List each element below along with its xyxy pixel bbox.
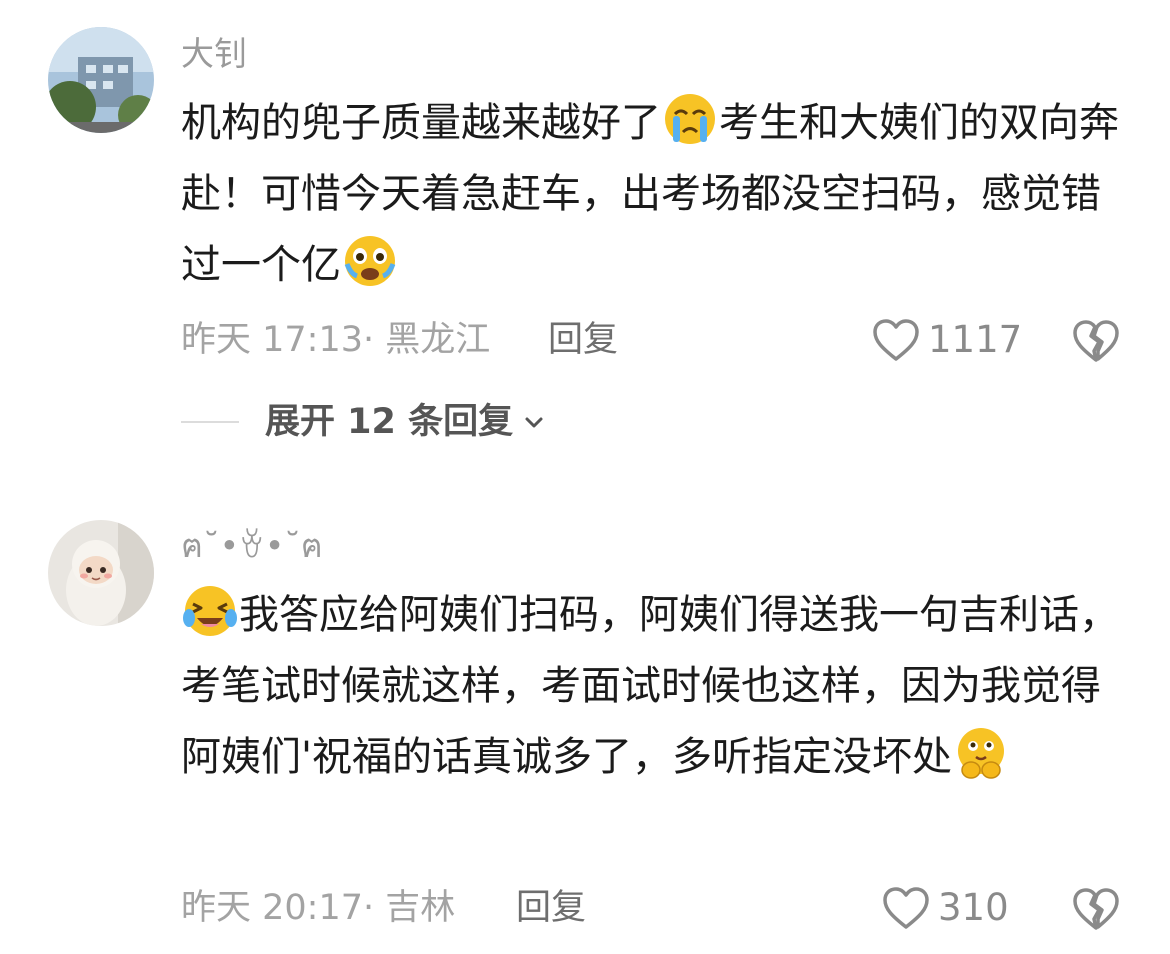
comment-location: 吉林 bbox=[385, 888, 456, 928]
broken-heart-icon bbox=[1073, 320, 1119, 362]
username[interactable]: ฅ˘•ꈊ•˘ฅ bbox=[181, 526, 323, 566]
crying-face-emoji-icon bbox=[663, 92, 717, 146]
heart-icon bbox=[873, 319, 919, 361]
comment-location: 黑龙江 bbox=[385, 320, 491, 360]
like-count: 310 bbox=[938, 886, 1009, 929]
reply-button[interactable]: 回复 bbox=[548, 320, 618, 360]
avatar[interactable] bbox=[48, 27, 154, 133]
like-button[interactable]: 310 bbox=[882, 886, 1009, 930]
comment-meta: 昨天 17:13· 黑龙江 bbox=[181, 320, 491, 360]
comment-text: 我答应给阿姨们扫码，阿姨们得送我一句吉利话，考笔试时候就这样，考面试时候也这样，… bbox=[181, 580, 1131, 793]
reply-button[interactable]: 回复 bbox=[516, 888, 586, 928]
like-count: 1117 bbox=[928, 318, 1023, 361]
comment-text: 机构的兜子质量越来越好了 考生和大姨们的双向奔赴！可惜今天着急赶车，出考场都没空扫… bbox=[181, 88, 1131, 301]
dislike-button[interactable] bbox=[1072, 318, 1120, 364]
comment-item: 大钊 机构的兜子质量越来越好了 考生和大姨们的双向奔赴！可惜今天着急赶车，出考场都… bbox=[0, 0, 1170, 470]
chevron-down-icon bbox=[525, 417, 543, 428]
expand-replies-button[interactable]: 展开 12 条回复 bbox=[181, 402, 545, 442]
avatar[interactable] bbox=[48, 520, 154, 626]
like-button[interactable]: 1117 bbox=[872, 318, 1022, 362]
heart-icon bbox=[883, 887, 929, 929]
comment-time: 昨天 17:13 bbox=[181, 320, 363, 360]
comment-time: 昨天 20:17 bbox=[181, 888, 363, 928]
comment-meta: 昨天 20:17· 吉林 bbox=[181, 888, 456, 928]
comment-text-part: 机构的兜子质量越来越好了 bbox=[181, 100, 661, 146]
expand-replies-label: 展开 12 条回复 bbox=[265, 402, 514, 442]
comment-item: ฅ˘•ꈊ•˘ฅ 我答应给阿姨们扫码，阿姨们得送我一句吉利话，考笔试时候就这样，考… bbox=[0, 470, 1170, 954]
laughing-tears-emoji-icon bbox=[183, 584, 237, 638]
username[interactable]: 大钊 bbox=[181, 34, 247, 74]
broken-heart-icon bbox=[1073, 888, 1119, 930]
dislike-button[interactable] bbox=[1072, 886, 1120, 932]
thinking-hands-emoji-icon bbox=[954, 726, 1008, 780]
sobbing-face-emoji-icon bbox=[343, 234, 397, 288]
divider bbox=[181, 421, 239, 423]
